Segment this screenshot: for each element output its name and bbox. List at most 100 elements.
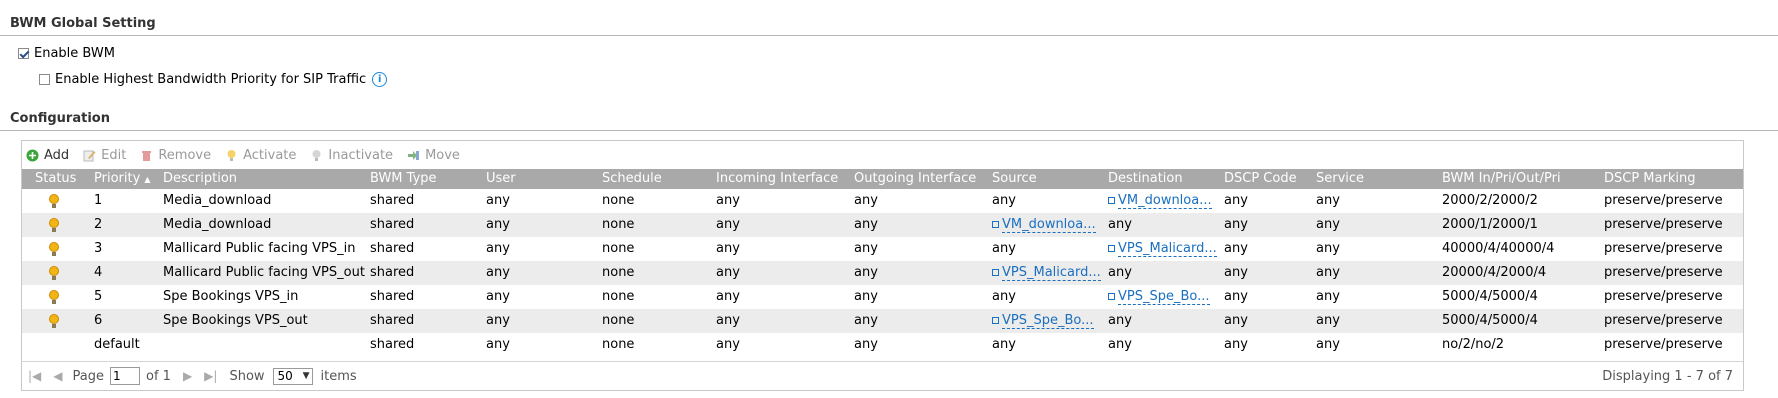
col-schedule[interactable]: Schedule	[602, 169, 662, 189]
address-object-icon	[992, 269, 999, 276]
cell-bwm-type: shared	[370, 241, 415, 256]
cell-dscp: any	[1224, 241, 1248, 256]
cell-schedule: none	[602, 217, 635, 232]
cell-schedule: none	[602, 265, 635, 280]
cell-service: any	[1316, 241, 1340, 256]
first-page-icon[interactable]: |◀	[28, 369, 41, 383]
address-object-icon	[1108, 293, 1115, 300]
cell-destination: any	[1108, 313, 1132, 328]
move-button[interactable]: Move	[407, 148, 460, 163]
col-incoming-interface[interactable]: Incoming Interface	[716, 169, 838, 189]
inactivate-button[interactable]: Inactivate	[310, 148, 393, 163]
table-row[interactable]: 3 Mallicard Public facing VPS_in shared any…	[22, 237, 1743, 261]
col-status[interactable]: Status	[35, 169, 76, 189]
cell-link-text[interactable]: VPS_Spe_Bo...	[1002, 313, 1094, 329]
cell-outgoing: any	[854, 337, 878, 352]
cell-link-text[interactable]: VPS_Spe_Bo...	[1118, 289, 1210, 305]
table-row[interactable]: default shared any none any any any any any any no…	[22, 333, 1743, 357]
trash-icon	[142, 150, 152, 161]
col-source[interactable]: Source	[992, 169, 1037, 189]
last-page-icon[interactable]: ▶|	[204, 369, 217, 383]
cell-service: any	[1316, 337, 1340, 352]
cell-source: any	[992, 193, 1016, 208]
cell-dscp: any	[1224, 313, 1248, 328]
cell-link-text[interactable]: VPS_Malicard...	[1118, 241, 1217, 257]
cell-service: any	[1316, 313, 1340, 328]
cell-incoming: any	[716, 241, 740, 256]
remove-button[interactable]: Remove	[140, 148, 211, 163]
table-row[interactable]: 2 Media_download shared any none any any VM_dow…	[22, 213, 1743, 237]
cell-incoming: any	[716, 337, 740, 352]
add-label: Add	[44, 147, 70, 163]
configuration-section-title: Configuration	[10, 111, 110, 126]
enable-bwm-checkbox-box[interactable]	[18, 48, 29, 59]
table-row[interactable]: 4 Mallicard Public facing VPS_out shared an…	[22, 261, 1743, 285]
cell-marking: preserve/preserve	[1604, 193, 1723, 208]
grid-toolbar: Add Edit Remove Activate Inactivate Move	[22, 141, 1743, 169]
col-bwm-type[interactable]: BWM Type	[370, 169, 437, 189]
cell-destination[interactable]: VPS_Spe_Bo...	[1108, 285, 1210, 309]
cell-destination[interactable]: VM_downloa...	[1108, 189, 1212, 213]
cell-dscp: any	[1224, 217, 1248, 232]
page-size-select[interactable]: 50 ▼	[272, 367, 313, 385]
cell-bwm: 5000/4/5000/4	[1442, 313, 1538, 328]
info-icon[interactable]: i	[372, 72, 388, 87]
status-active-icon	[49, 266, 59, 280]
col-dscp-code[interactable]: DSCP Code	[1224, 169, 1297, 189]
cell-outgoing: any	[854, 217, 878, 232]
cell-destination: any	[1108, 337, 1132, 352]
cell-incoming: any	[716, 265, 740, 280]
cell-incoming: any	[716, 289, 740, 304]
cell-link-text[interactable]: VM_downloa...	[1002, 217, 1096, 233]
sip-priority-checkbox[interactable]: Enable Highest Bandwidth Priority for SI…	[39, 72, 388, 87]
sip-priority-checkbox-box[interactable]	[39, 74, 50, 85]
cell-bwm-type: shared	[370, 313, 415, 328]
add-button[interactable]: Add	[26, 148, 69, 163]
address-object-icon	[992, 317, 999, 324]
enable-bwm-checkbox[interactable]: Enable BWM	[18, 46, 115, 61]
cell-bwm: 20000/4/2000/4	[1442, 265, 1547, 280]
cell-source[interactable]: VM_downloa...	[992, 213, 1096, 237]
move-label: Move	[425, 147, 460, 163]
activate-button[interactable]: Activate	[225, 148, 296, 163]
cell-source[interactable]: VPS_Spe_Bo...	[992, 309, 1094, 333]
col-service[interactable]: Service	[1316, 169, 1364, 189]
next-page-icon[interactable]: ▶	[183, 369, 192, 383]
edit-button[interactable]: Edit	[83, 148, 126, 163]
cell-bwm-type: shared	[370, 337, 415, 352]
remove-label: Remove	[158, 147, 212, 163]
cell-outgoing: any	[854, 241, 878, 256]
cell-source[interactable]: VPS_Malicard...	[992, 261, 1101, 285]
col-bwm-in-pri-out-pri[interactable]: BWM In/Pri/Out/Pri	[1442, 169, 1561, 189]
col-outgoing-interface[interactable]: Outgoing Interface	[854, 169, 976, 189]
bwm-rules-grid: Add Edit Remove Activate Inactivate Move…	[21, 140, 1744, 391]
cell-destination[interactable]: VPS_Malicard...	[1108, 237, 1217, 261]
cell-link-text[interactable]: VPS_Malicard...	[1002, 265, 1101, 281]
cell-service: any	[1316, 289, 1340, 304]
cell-marking: preserve/preserve	[1604, 241, 1723, 256]
address-object-icon	[1108, 245, 1115, 252]
col-dscp-marking[interactable]: DSCP Marking	[1604, 169, 1695, 189]
col-description[interactable]: Description	[163, 169, 237, 189]
table-row[interactable]: 5 Spe Bookings VPS_in shared any none any any a…	[22, 285, 1743, 309]
cell-incoming: any	[716, 313, 740, 328]
table-row[interactable]: 1 Media_download shared any none any any any VM_…	[22, 189, 1743, 213]
lightbulb-on-icon	[227, 149, 236, 161]
col-priority[interactable]: Priority ▲	[94, 169, 151, 189]
page-number-input[interactable]	[110, 367, 140, 385]
cell-description: Spe Bookings VPS_in	[163, 289, 299, 304]
add-icon	[26, 149, 39, 161]
col-user[interactable]: User	[486, 169, 516, 189]
table-row[interactable]: 6 Spe Bookings VPS_out shared any none any any…	[22, 309, 1743, 333]
prev-page-icon[interactable]: ◀	[53, 369, 62, 383]
cell-priority: 2	[94, 217, 103, 232]
col-destination[interactable]: Destination	[1108, 169, 1183, 189]
cell-marking: preserve/preserve	[1604, 337, 1723, 352]
cell-outgoing: any	[854, 289, 878, 304]
cell-marking: preserve/preserve	[1604, 313, 1723, 328]
cell-bwm: no/2/no/2	[1442, 337, 1505, 352]
cell-marking: preserve/preserve	[1604, 265, 1723, 280]
cell-priority: 3	[94, 241, 103, 256]
cell-schedule: none	[602, 193, 635, 208]
cell-link-text[interactable]: VM_downloa...	[1118, 193, 1212, 209]
